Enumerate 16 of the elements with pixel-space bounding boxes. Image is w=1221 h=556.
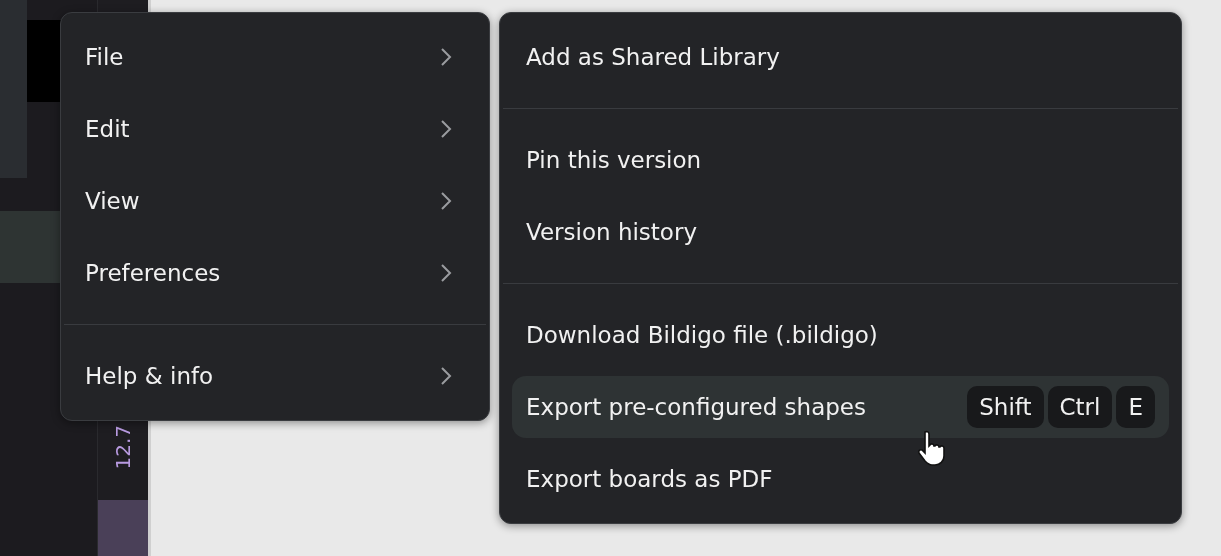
menu-item[interactable]: Pin this version: [512, 124, 1169, 196]
color-swatch: [98, 500, 148, 556]
shortcut-key: E: [1116, 386, 1155, 428]
menu-item[interactable]: View: [61, 165, 489, 237]
menu-item[interactable]: Export pre-configured shapes Shift Ctrl E: [512, 376, 1169, 438]
shortcut-key: Shift: [967, 386, 1044, 428]
dimension-value: 12.7: [113, 425, 133, 470]
menu-item[interactable]: Download Bildigo file (.bildigo): [512, 299, 1169, 371]
menu-item[interactable]: Add as Shared Library: [512, 21, 1169, 93]
menu-item[interactable]: Version history: [512, 196, 1169, 268]
menu-item[interactable]: Preferences: [61, 237, 489, 309]
menu-item[interactable]: Help & info: [61, 340, 489, 412]
menu-item[interactable]: File: [61, 21, 489, 93]
menu-item[interactable]: Export boards as PDF: [512, 443, 1169, 515]
shortcut-key: Ctrl: [1047, 386, 1113, 428]
menu-item[interactable]: Edit: [61, 93, 489, 165]
